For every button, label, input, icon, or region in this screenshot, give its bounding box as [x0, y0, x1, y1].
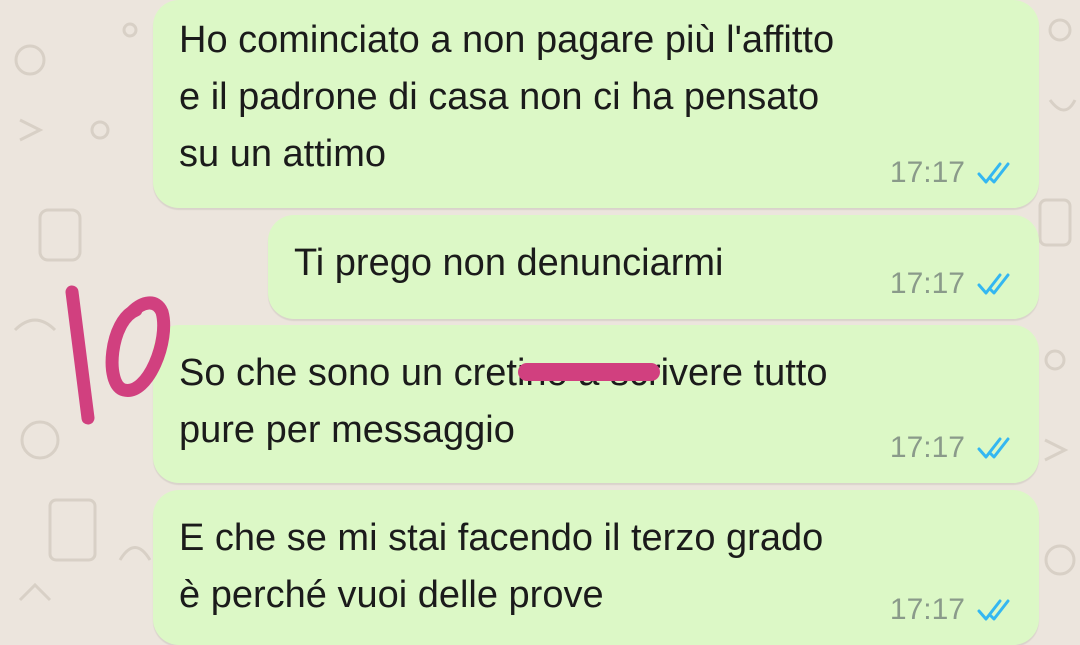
- message-text: So che sono un cretino a scrivere tutto …: [179, 352, 828, 451]
- censor-scribble: [518, 363, 660, 381]
- message-bubble-1[interactable]: Ho cominciato a non pagare più l'affitto…: [153, 0, 1039, 208]
- message-meta: 17:17: [890, 267, 1017, 301]
- double-check-icon: [977, 162, 1010, 184]
- message-bubble-4[interactable]: E che se mi stai facendo il terzo grado …: [153, 490, 1039, 645]
- handwritten-number-annotation: [65, 285, 171, 425]
- double-check-icon: [977, 437, 1010, 459]
- message-text: Ti prego non denunciarmi: [294, 242, 724, 284]
- message-meta: 17:17: [890, 593, 1017, 627]
- message-time: 17:17: [889, 156, 965, 189]
- message-time: 17:17: [889, 431, 965, 464]
- double-check-icon: [977, 273, 1010, 295]
- message-meta: 17:17: [890, 431, 1017, 465]
- message-meta: 17:17: [890, 156, 1017, 190]
- double-check-icon: [977, 599, 1010, 621]
- message-text: Ho cominciato a non pagare più l'affitto…: [179, 19, 835, 175]
- message-text: E che se mi stai facendo il terzo grado …: [179, 517, 824, 616]
- message-time: 17:17: [889, 267, 965, 300]
- message-time: 17:17: [889, 593, 965, 626]
- message-bubble-2[interactable]: Ti prego non denunciarmi 17:17: [268, 215, 1039, 319]
- message-bubble-3[interactable]: So che sono un cretino a scrivere tutto …: [153, 325, 1039, 483]
